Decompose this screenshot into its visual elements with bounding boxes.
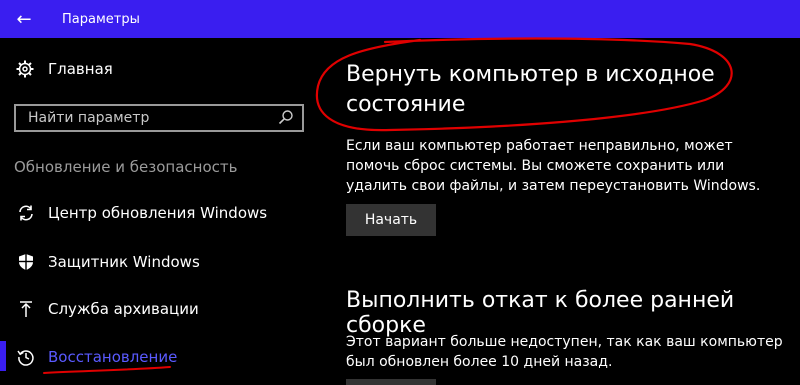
reset-description: Если ваш компьютер работает неправильно,… [346,138,761,194]
back-arrow-icon: ← [16,8,32,30]
active-indicator [0,341,6,371]
rollback-button [346,379,436,385]
back-button[interactable]: ← [0,0,48,38]
window-title: Параметры [62,11,140,27]
gear-icon [16,60,36,78]
section-heading: Обновление и безопасность [14,158,238,176]
search-input[interactable] [26,109,278,127]
sidebar-item-windows-update[interactable]: Центр обновления Windows [16,204,267,222]
main-content: Вернуть компьютер в исходное состояние Е… [320,38,800,385]
sidebar-item-defender[interactable]: Защитник Windows [16,253,200,271]
sidebar-item-label: Защитник Windows [48,253,200,271]
sync-icon [16,204,36,222]
sidebar-item-label: Центр обновления Windows [48,204,268,222]
start-reset-button[interactable]: Начать [346,204,436,236]
backup-arrow-icon [16,300,36,318]
rollback-description: Этот вариант больше недоступен, так как … [346,334,783,370]
sidebar-item-label: Главная [48,60,113,78]
sidebar-item-backup[interactable]: Служба архивации [16,300,199,318]
search-icon[interactable] [278,109,296,127]
sidebar-item-label: Восстановление [48,348,178,366]
reset-section-title: Вернуть компьютер в исходное состояние [346,62,715,117]
rollback-section-title: Выполнить откат к более ранней сборке [346,288,735,338]
title-bar: ← Параметры [0,0,800,38]
sidebar-item-recovery[interactable]: Восстановление [16,348,177,366]
history-icon [16,348,36,366]
sidebar-item-label: Служба архивации [48,300,199,318]
sidebar: Главная Обновление и безопасность Центр … [0,38,320,383]
sidebar-item-home[interactable]: Главная [16,60,113,78]
shield-icon [16,253,36,271]
search-box[interactable] [14,104,304,132]
